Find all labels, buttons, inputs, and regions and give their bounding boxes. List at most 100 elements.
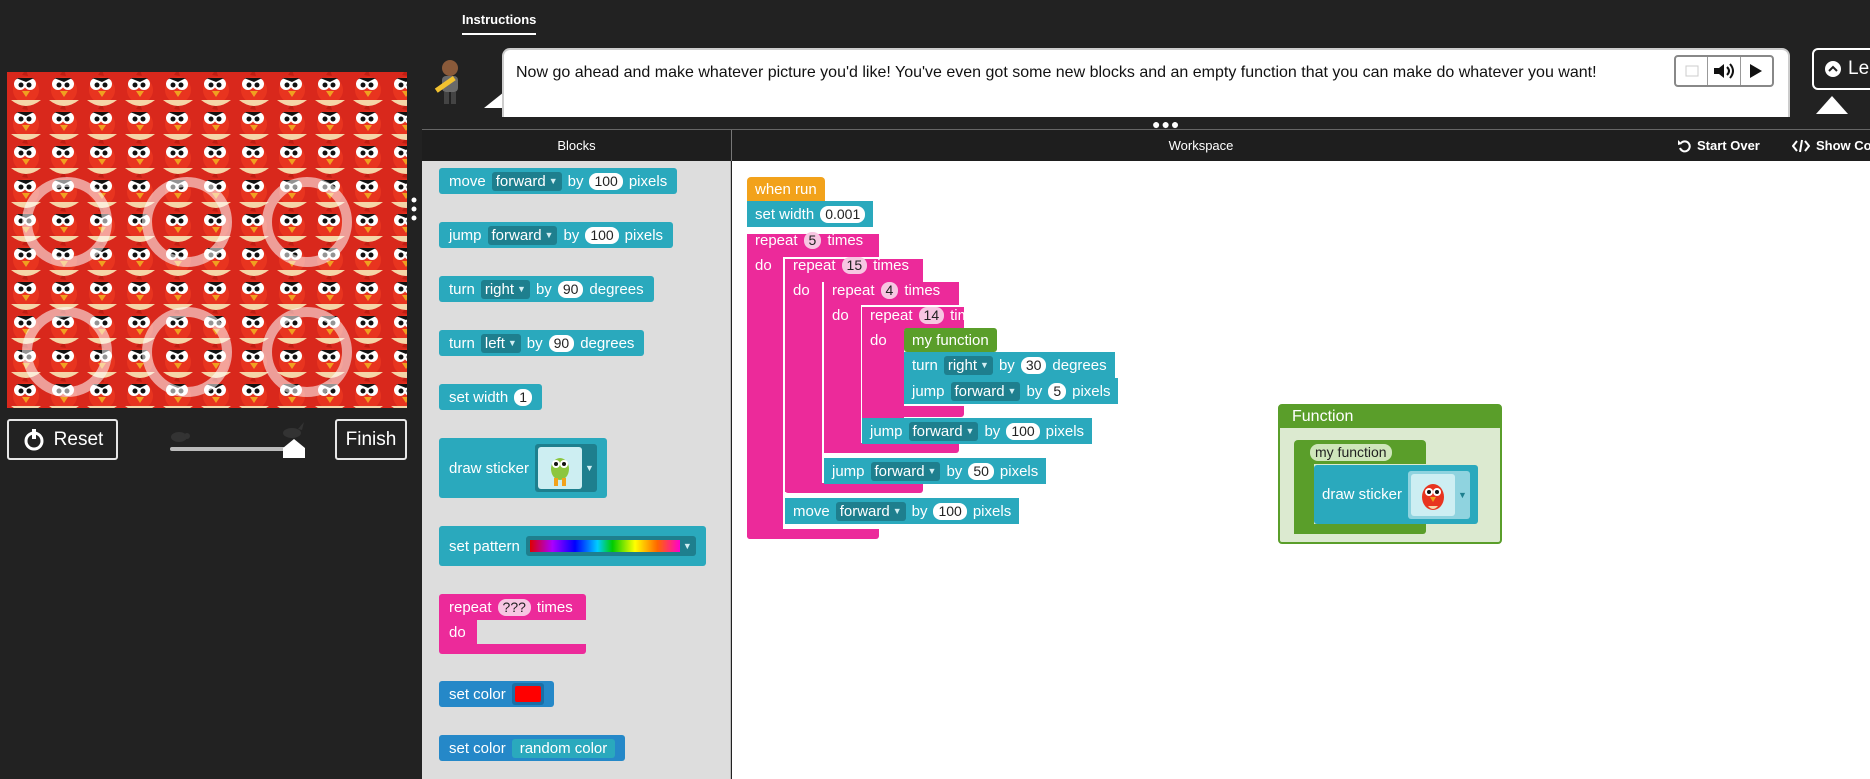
- turn-block[interactable]: turn right ▼ by 30 degrees: [904, 352, 1115, 378]
- speed-slider-track[interactable]: [170, 447, 294, 451]
- value-input[interactable]: 5: [1048, 382, 1067, 400]
- repeat-15-do: do: [793, 282, 810, 299]
- pattern-dropdown[interactable]: ▼: [525, 536, 696, 556]
- repeat-4-bottom: [824, 443, 959, 453]
- undo-icon: [1678, 139, 1691, 152]
- value-input[interactable]: 50: [968, 462, 994, 480]
- value-input[interactable]: 100: [585, 226, 619, 244]
- block-label: by: [563, 226, 580, 244]
- resize-handle-icon[interactable]: [410, 196, 418, 222]
- value-input[interactable]: 0.001: [820, 205, 866, 223]
- code-icon: [1792, 139, 1810, 152]
- value-input[interactable]: 100: [589, 172, 623, 190]
- value-input[interactable]: 4: [880, 282, 899, 299]
- workspace-canvas[interactable]: when run set width 0.001 repeat 5 times …: [732, 161, 1870, 779]
- random-color-value[interactable]: random color: [511, 738, 616, 758]
- audio-slider-icon[interactable]: [1676, 57, 1709, 85]
- draw-sticker-block[interactable]: draw sticker ▼: [1314, 465, 1478, 524]
- block-label: set color: [449, 685, 506, 703]
- block-label: my function: [912, 331, 989, 349]
- turn-left-block[interactable]: turn left ▼ by 90 degrees: [439, 330, 645, 356]
- direction-dropdown[interactable]: forward ▼: [491, 171, 562, 191]
- block-label: turn: [449, 334, 475, 352]
- value-input[interactable]: 15: [841, 257, 868, 274]
- value-input[interactable]: 90: [557, 280, 584, 298]
- block-label: by: [526, 334, 543, 352]
- value-input[interactable]: 90: [548, 334, 575, 352]
- value-input[interactable]: 100: [1006, 422, 1040, 440]
- reset-button[interactable]: Reset: [7, 419, 118, 460]
- value-input[interactable]: ???: [497, 598, 531, 616]
- tab-instructions[interactable]: Instructions: [462, 12, 537, 35]
- jump-50-block[interactable]: jump forward ▼ by 50 pixels: [824, 458, 1047, 484]
- red-bird-sticker-icon: [1411, 473, 1456, 516]
- move-block[interactable]: move forward ▼ by 100 pixels: [439, 168, 678, 194]
- finish-button[interactable]: Finish: [335, 419, 407, 460]
- repeat-15-header[interactable]: repeat 15 times: [785, 254, 917, 277]
- set-color-random-block[interactable]: set color random color: [439, 735, 626, 761]
- my-function-call-block[interactable]: my function: [904, 328, 997, 352]
- sticker-dropdown[interactable]: ▼: [1408, 470, 1470, 519]
- jump-block[interactable]: jump forward ▼ by 5 pixels: [904, 378, 1119, 404]
- value-input[interactable]: 1: [514, 388, 532, 406]
- function-panel[interactable]: Function my function draw sticker ▼: [1278, 404, 1502, 544]
- direction-dropdown[interactable]: right ▼: [943, 355, 993, 375]
- collapse-arrow-icon[interactable]: [1816, 96, 1848, 114]
- app-root: Reset Finish Instructions Now go ahead a…: [0, 0, 1870, 779]
- finish-label: Finish: [345, 428, 397, 450]
- repeat-block[interactable]: repeat ??? times do: [439, 594, 586, 654]
- repeat-5-header[interactable]: repeat 5 times: [747, 229, 871, 252]
- block-label: repeat: [755, 232, 798, 249]
- repeat-5-bottom: [747, 529, 879, 539]
- direction-dropdown[interactable]: forward ▼: [908, 421, 979, 441]
- learn-button[interactable]: Le: [1812, 48, 1870, 90]
- value-input[interactable]: 100: [933, 502, 967, 520]
- start-over-button[interactable]: Start Over: [1677, 130, 1760, 161]
- speed-slider-thumb[interactable]: [283, 439, 305, 458]
- repeat-4-arm: [824, 305, 861, 453]
- drawing-canvas: [7, 72, 407, 408]
- direction-dropdown[interactable]: forward ▼: [835, 501, 906, 521]
- set-width-block[interactable]: set width 1: [439, 384, 542, 410]
- block-label: pixels: [1072, 382, 1111, 400]
- block-label: jump: [870, 422, 903, 440]
- block-label: do: [449, 623, 466, 641]
- repeat-14-bottom: [862, 406, 964, 417]
- audio-controls[interactable]: [1674, 55, 1774, 87]
- value-input[interactable]: 14: [918, 307, 945, 324]
- draw-sticker-block[interactable]: draw sticker ▼: [439, 438, 607, 498]
- function-panel-title: Function: [1280, 406, 1500, 428]
- turn-right-block[interactable]: turn right ▼ by 90 degrees: [439, 276, 654, 302]
- set-pattern-block[interactable]: set pattern ▼: [439, 526, 706, 566]
- repeat-14-header[interactable]: repeat 14 times: [862, 304, 994, 327]
- block-label: draw sticker: [1322, 486, 1403, 503]
- show-code-button[interactable]: Show Co: [1792, 130, 1870, 161]
- set-color-block[interactable]: set color: [439, 681, 554, 707]
- repeat-5-do: do: [755, 257, 772, 274]
- block-label: by: [998, 356, 1015, 374]
- sticker-dropdown[interactable]: ▼: [535, 444, 597, 492]
- volume-icon[interactable]: [1708, 57, 1741, 85]
- value-input[interactable]: 5: [803, 232, 822, 249]
- set-width-block[interactable]: set width 0.001: [747, 201, 874, 227]
- move-100-block[interactable]: move forward ▼ by 100 pixels: [785, 498, 1020, 524]
- function-definition-header[interactable]: my function: [1302, 441, 1400, 463]
- when-run-block[interactable]: when run: [747, 177, 825, 201]
- repeat-4-header[interactable]: repeat 4 times: [824, 279, 948, 302]
- block-label: by: [1026, 382, 1043, 400]
- color-picker[interactable]: [511, 683, 544, 705]
- direction-dropdown[interactable]: forward ▼: [950, 381, 1021, 401]
- direction-dropdown[interactable]: forward ▼: [487, 225, 558, 245]
- play-icon[interactable]: [1741, 57, 1772, 85]
- block-label: times: [904, 282, 941, 299]
- function-name-input[interactable]: my function: [1310, 443, 1392, 461]
- direction-dropdown[interactable]: left ▼: [480, 333, 521, 353]
- direction-dropdown[interactable]: right ▼: [480, 279, 530, 299]
- jump-100-block[interactable]: jump forward ▼ by 100 pixels: [862, 418, 1093, 444]
- jump-block[interactable]: jump forward ▼ by 100 pixels: [439, 222, 674, 248]
- editor-header: Blocks Workspace Start Over Show Co: [422, 129, 1870, 161]
- direction-dropdown[interactable]: forward ▼: [870, 461, 941, 481]
- value-input[interactable]: 30: [1020, 356, 1047, 374]
- block-label: by: [911, 502, 928, 520]
- block-label: set color: [449, 739, 506, 757]
